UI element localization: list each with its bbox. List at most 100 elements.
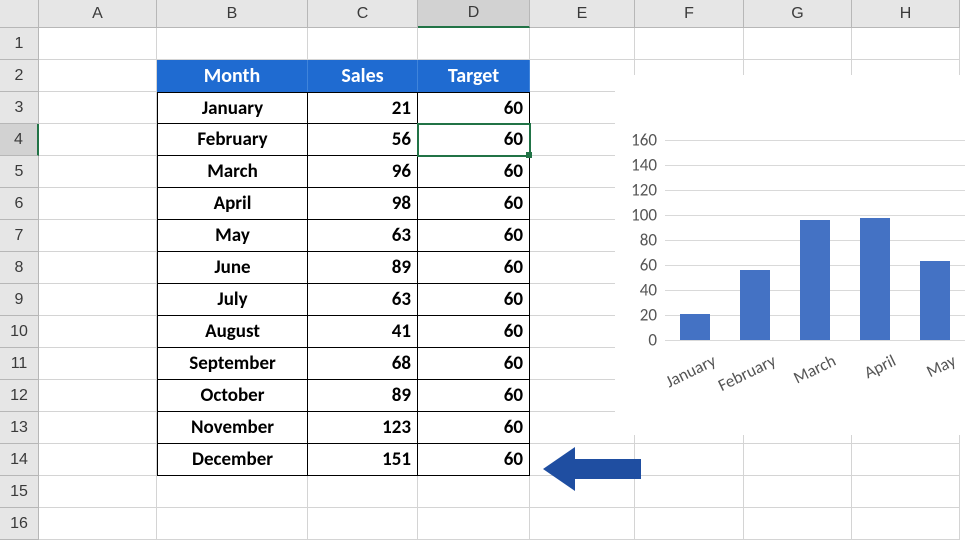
cell-A10[interactable] xyxy=(39,316,157,348)
cell-C10[interactable]: 41 xyxy=(308,316,418,348)
cell-A16[interactable] xyxy=(39,508,157,540)
cell-C16[interactable] xyxy=(308,508,418,540)
row-header-15[interactable]: 15 xyxy=(0,476,39,508)
col-header-f[interactable]: F xyxy=(635,0,744,28)
row-header-8[interactable]: 8 xyxy=(0,252,39,284)
cell-A12[interactable] xyxy=(39,380,157,412)
cell-C5[interactable]: 96 xyxy=(308,156,418,188)
cell-C1[interactable] xyxy=(308,28,418,60)
cell-B13[interactable]: November xyxy=(157,412,308,444)
cell-B6[interactable]: April xyxy=(157,188,308,220)
chart-bar[interactable] xyxy=(740,270,770,340)
cell-D3[interactable]: 60 xyxy=(418,92,530,124)
cell-B7[interactable]: May xyxy=(157,220,308,252)
select-all-corner[interactable] xyxy=(0,0,39,28)
row-header-11[interactable]: 11 xyxy=(0,348,39,380)
col-header-c[interactable]: C xyxy=(308,0,418,28)
cell-A5[interactable] xyxy=(39,156,157,188)
cell-B1[interactable] xyxy=(157,28,308,60)
cell-D10[interactable]: 60 xyxy=(418,316,530,348)
col-header-a[interactable]: A xyxy=(39,0,157,28)
bar-chart[interactable]: 020406080100120140160JanuaryFebruaryMarc… xyxy=(615,75,970,435)
cell-C12[interactable]: 89 xyxy=(308,380,418,412)
cell-C6[interactable]: 98 xyxy=(308,188,418,220)
cell-A6[interactable] xyxy=(39,188,157,220)
cell-H14[interactable] xyxy=(852,444,960,476)
cell-C9[interactable]: 63 xyxy=(308,284,418,316)
cell-B2[interactable]: Month xyxy=(157,60,308,92)
cell-D12[interactable]: 60 xyxy=(418,380,530,412)
cell-G14[interactable] xyxy=(744,444,852,476)
cell-A7[interactable] xyxy=(39,220,157,252)
cell-D16[interactable] xyxy=(418,508,530,540)
cell-B11[interactable]: September xyxy=(157,348,308,380)
chart-bar[interactable] xyxy=(860,218,890,341)
cell-D9[interactable]: 60 xyxy=(418,284,530,316)
cell-C2[interactable]: Sales xyxy=(308,60,418,92)
row-header-16[interactable]: 16 xyxy=(0,508,39,540)
cell-A14[interactable] xyxy=(39,444,157,476)
chart-bar[interactable] xyxy=(800,220,830,340)
row-header-7[interactable]: 7 xyxy=(0,220,39,252)
cell-C3[interactable]: 21 xyxy=(308,92,418,124)
col-header-b[interactable]: B xyxy=(157,0,308,28)
cell-A13[interactable] xyxy=(39,412,157,444)
cell-F16[interactable] xyxy=(635,508,744,540)
cell-H15[interactable] xyxy=(852,476,960,508)
cell-A4[interactable] xyxy=(39,124,157,156)
row-header-12[interactable]: 12 xyxy=(0,380,39,412)
cell-C4[interactable]: 56 xyxy=(308,124,418,156)
row-header-4[interactable]: 4 xyxy=(0,124,39,156)
cell-C8[interactable]: 89 xyxy=(308,252,418,284)
cell-F1[interactable] xyxy=(635,28,744,60)
cell-D1[interactable] xyxy=(418,28,530,60)
row-header-2[interactable]: 2 xyxy=(0,60,39,92)
cell-D5[interactable]: 60 xyxy=(418,156,530,188)
cell-G1[interactable] xyxy=(744,28,852,60)
cell-B4[interactable]: February xyxy=(157,124,308,156)
cell-D8[interactable]: 60 xyxy=(418,252,530,284)
cell-B3[interactable]: January xyxy=(157,92,308,124)
cell-D6[interactable]: 60 xyxy=(418,188,530,220)
col-header-h[interactable]: H xyxy=(852,0,960,28)
cell-A11[interactable] xyxy=(39,348,157,380)
cell-C11[interactable]: 68 xyxy=(308,348,418,380)
row-header-3[interactable]: 3 xyxy=(0,92,39,124)
row-header-14[interactable]: 14 xyxy=(0,444,39,476)
row-header-10[interactable]: 10 xyxy=(0,316,39,348)
cell-B14[interactable]: December xyxy=(157,444,308,476)
cell-E1[interactable] xyxy=(530,28,635,60)
cell-H1[interactable] xyxy=(852,28,960,60)
col-header-d[interactable]: D xyxy=(418,0,530,28)
row-header-5[interactable]: 5 xyxy=(0,156,39,188)
cell-H16[interactable] xyxy=(852,508,960,540)
cell-D14[interactable]: 60 xyxy=(418,444,530,476)
cell-D2[interactable]: Target xyxy=(418,60,530,92)
cell-C15[interactable] xyxy=(308,476,418,508)
cell-D13[interactable]: 60 xyxy=(418,412,530,444)
cell-G16[interactable] xyxy=(744,508,852,540)
cell-C7[interactable]: 63 xyxy=(308,220,418,252)
row-header-6[interactable]: 6 xyxy=(0,188,39,220)
cell-B16[interactable] xyxy=(157,508,308,540)
cell-A3[interactable] xyxy=(39,92,157,124)
col-header-e[interactable]: E xyxy=(530,0,635,28)
cell-F14[interactable] xyxy=(635,444,744,476)
cell-C13[interactable]: 123 xyxy=(308,412,418,444)
row-header-1[interactable]: 1 xyxy=(0,28,39,60)
cell-B15[interactable] xyxy=(157,476,308,508)
cell-A2[interactable] xyxy=(39,60,157,92)
cell-C14[interactable]: 151 xyxy=(308,444,418,476)
cell-A15[interactable] xyxy=(39,476,157,508)
cell-G15[interactable] xyxy=(744,476,852,508)
cell-D4[interactable]: 60 xyxy=(418,124,530,156)
cell-A8[interactable] xyxy=(39,252,157,284)
row-header-9[interactable]: 9 xyxy=(0,284,39,316)
cell-D7[interactable]: 60 xyxy=(418,220,530,252)
cell-B12[interactable]: October xyxy=(157,380,308,412)
cell-B10[interactable]: August xyxy=(157,316,308,348)
col-header-g[interactable]: G xyxy=(744,0,852,28)
chart-bar[interactable] xyxy=(680,314,710,340)
cell-B5[interactable]: March xyxy=(157,156,308,188)
cell-D11[interactable]: 60 xyxy=(418,348,530,380)
